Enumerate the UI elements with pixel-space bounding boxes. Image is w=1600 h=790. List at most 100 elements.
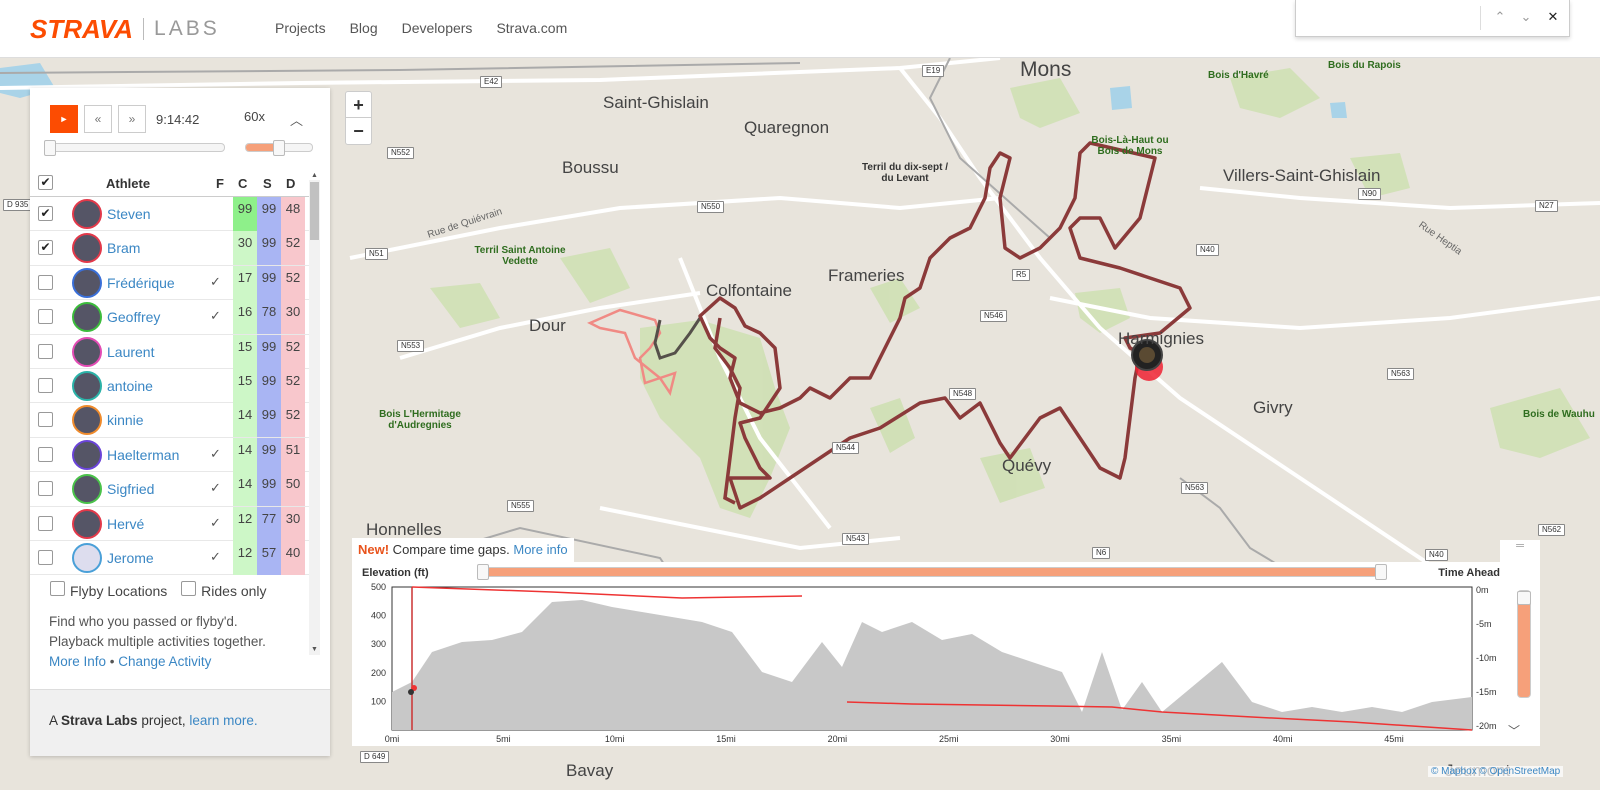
col-flyby[interactable]: F [216,176,224,191]
timeline-slider-handle[interactable] [44,140,56,156]
s-value: 77 [257,506,281,541]
road-shield: N40 [1425,549,1448,561]
athlete-checkbox[interactable] [38,446,53,462]
road-shield: N562 [1538,524,1566,536]
new-badge: New! [358,542,390,557]
athlete-name[interactable]: Bram [107,240,140,256]
new-feature-more-info-link[interactable]: More info [513,542,567,557]
athlete-name[interactable]: Hervé [107,516,144,532]
athlete-checkbox[interactable] [38,515,53,531]
map-attribution[interactable]: © Mapbox © OpenStreetMap [1428,766,1564,777]
more-info-link[interactable]: More Info [49,654,106,669]
find-prev-icon[interactable]: ⌃ [1490,7,1510,27]
athlete-row[interactable]: Geoffrey ✓ 16 78 30 [30,300,320,335]
nav-blog[interactable]: Blog [350,20,378,36]
nav-projects[interactable]: Projects [275,20,326,36]
scroll-up-icon[interactable]: ▲ [311,172,318,179]
athlete-name[interactable]: Sigfried [107,481,154,497]
chevron-down-icon[interactable]: ﹀ [1508,722,1520,739]
scrollbar-thumb[interactable] [310,182,319,240]
range-start-handle[interactable] [477,564,489,580]
table-scrollbar[interactable]: ▲ ▼ [309,172,320,655]
place-label: Honnelles [366,520,442,539]
time-ahead-title: Time Ahead [1438,567,1500,579]
col-c[interactable]: C [238,176,247,191]
zoom-out-button[interactable]: − [346,118,371,144]
flyby-locations-checkbox[interactable] [50,581,65,596]
athlete-checkbox[interactable]: ✔ [38,206,53,221]
athlete-row[interactable]: Sigfried ✓ 14 99 50 [30,472,320,507]
d-value: 30 [281,506,305,541]
athlete-row[interactable]: antoine 15 99 52 [30,368,320,404]
place-label: Dour [529,316,566,335]
y-tick-label: 500 [371,582,386,592]
d-value: 50 [281,472,305,507]
athlete-name[interactable]: Geoffrey [107,309,160,325]
s-value: 99 [257,334,281,369]
learn-more-link[interactable]: learn more. [189,713,257,728]
athlete-name[interactable]: kinnie [107,412,144,428]
elevation-chart[interactable]: Elevation (ft) Time Ahead 500 400 300 200 10… [352,562,1540,746]
timeline-slider[interactable] [44,140,225,156]
athlete-row[interactable]: ✔ Bram 30 99 52 [30,231,320,266]
athlete-name[interactable]: Steven [107,206,151,222]
athlete-name[interactable]: Laurent [107,344,154,360]
road-shield: N6 [1092,547,1111,559]
speed-slider[interactable] [245,140,313,156]
chevron-up-icon[interactable]: ︿ [290,110,303,129]
logo-labs: LABS [154,17,220,40]
athlete-row[interactable]: kinnie 14 99 52 [30,403,320,438]
scroll-down-icon[interactable]: ▼ [311,646,318,653]
elevation-plot: 500 400 300 200 100 0mi 5mi 10mi 15mi 20mi 25mi 30… [371,582,1497,744]
c-value: 14 [233,437,257,472]
athlete-checkbox[interactable] [38,481,53,497]
range-selector[interactable] [477,564,1387,580]
find-next-icon[interactable]: ⌄ [1516,7,1536,27]
play-button[interactable]: ► [50,105,78,133]
range-end-handle[interactable] [1375,564,1387,580]
athlete-checkbox[interactable] [38,274,53,290]
time-ahead-handle[interactable] [1517,591,1531,605]
x-tick-label: 10mi [605,734,625,744]
athlete-checkbox[interactable] [38,377,53,393]
find-close-icon[interactable]: ✕ [1543,7,1563,27]
athlete-checkbox[interactable] [38,309,53,325]
athlete-row[interactable]: Jerome ✓ 12 57 40 [30,540,320,576]
nav-developers[interactable]: Developers [402,20,473,36]
athlete-row[interactable]: Laurent 15 99 52 [30,334,320,369]
athlete-checkbox[interactable] [38,412,53,428]
athlete-row[interactable]: Frédérique ✓ 17 99 52 [30,265,320,301]
table-header: ✔ Athlete F C S D [30,170,320,197]
forward-button[interactable]: » [118,105,146,133]
athlete-checkbox[interactable] [38,549,53,565]
athlete-row[interactable]: Haelterman ✓ 14 99 51 [30,437,320,473]
col-s[interactable]: S [263,176,272,191]
select-all-checkbox[interactable]: ✔ [38,175,53,190]
flyby-locations-option[interactable]: Flyby Locations [50,581,167,599]
find-input[interactable] [1302,6,1472,30]
place-label: Villers-Saint-Ghislain [1223,166,1381,185]
athlete-name[interactable]: Haelterman [107,447,179,463]
athlete-checkbox[interactable] [38,343,53,359]
s-value: 99 [257,231,281,266]
rewind-button[interactable]: « [84,105,112,133]
strava-labs-logo[interactable]: STRAVA LABS [30,14,220,44]
athlete-row[interactable]: ✔ Steven 99 99 48 [30,197,320,232]
athlete-name[interactable]: Frédérique [107,275,175,291]
col-athlete[interactable]: Athlete [106,176,150,191]
drag-handle-icon[interactable]: ═ [1500,540,1540,562]
time-ahead-scroll[interactable] [1517,590,1531,698]
athlete-checkbox[interactable]: ✔ [38,240,53,256]
athlete-name[interactable]: antoine [107,378,153,394]
wood-label: Bois-Là-Haut ou Bois de Mons [1091,135,1169,157]
athlete-name[interactable]: Jerome [107,550,154,566]
zoom-in-button[interactable]: + [346,92,371,118]
x-tick-label: 45mi [1384,734,1404,744]
rides-only-option[interactable]: Rides only [181,581,267,599]
change-activity-link[interactable]: Change Activity [118,654,211,669]
athlete-row[interactable]: Hervé ✓ 12 77 30 [30,506,320,541]
rides-only-checkbox[interactable] [181,581,197,596]
nav-strava-com[interactable]: Strava.com [496,20,567,36]
speed-slider-handle[interactable] [273,140,285,156]
col-d[interactable]: D [286,176,295,191]
